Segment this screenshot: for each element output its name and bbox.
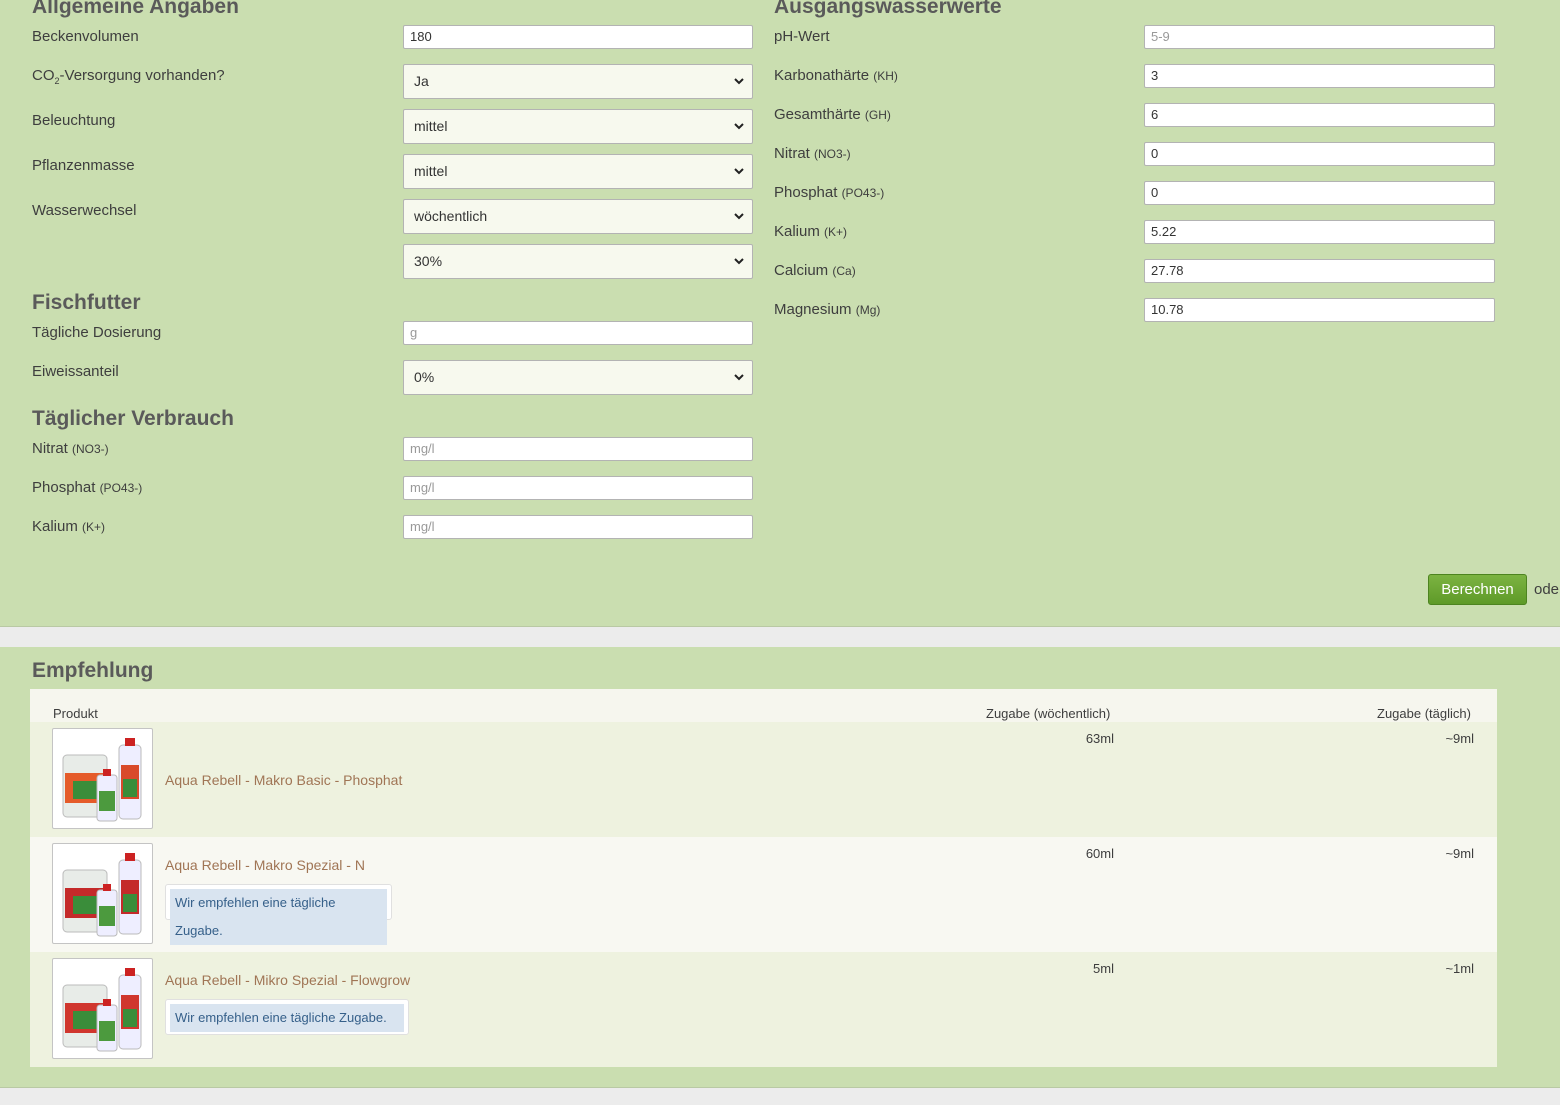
kalium-input[interactable]: 5.22 [1144,220,1495,244]
nitrat-input[interactable]: 0 [1144,142,1495,166]
pflanzenmasse-label: Pflanzenmasse [32,157,135,174]
magnesium-input[interactable]: 10.78 [1144,298,1495,322]
wasserwechsel-percent-select[interactable]: 30% [403,244,753,279]
eiweiss-label: Eiweissanteil [32,363,119,380]
daily-hint-text: Wir empfehlen eine tägliche Zugabe. [170,889,387,945]
beckenvolumen-input[interactable]: 180 [403,25,753,49]
ph-label: pH-Wert [774,28,830,45]
wasserwechsel-percent-value: 30% [414,253,443,269]
chevron-down-icon [734,213,744,220]
calcium-label: Calcium (Ca) [774,262,856,279]
product-link[interactable]: Aqua Rebell - Makro Spezial - N [165,857,365,873]
weekly-dose: 60ml [1085,846,1114,861]
daily-hint-box: Wir empfehlen eine tägliche Zugabe. [165,884,392,945]
daily-dose: ~9ml [1445,731,1474,746]
chevron-down-icon [734,78,744,85]
chevron-down-icon [734,374,744,381]
verbrauch-kalium-input[interactable]: mg/l [403,515,753,539]
product-image[interactable] [52,843,153,944]
product-image[interactable] [52,958,153,1059]
col-header-produkt: Produkt [53,706,98,721]
phosphat-input[interactable]: 0 [1144,181,1495,205]
dosierung-input[interactable]: g [403,321,753,345]
beckenvolumen-label: Beckenvolumen [32,28,139,45]
product-bottles-icon [62,738,142,822]
co2-select-value: Ja [414,73,429,89]
phosphat-label: Phosphat (PO43-) [774,184,885,201]
daily-dose: ~1ml [1445,961,1474,976]
nitrat-label: Nitrat (NO3-) [774,145,851,162]
kh-label: Karbonathärte (KH) [774,67,898,84]
kh-input[interactable]: 3 [1144,64,1495,88]
product-bottles-icon [62,968,142,1052]
weekly-dose: 5ml [1093,961,1114,976]
product-bottles-icon [62,853,142,937]
beleuchtung-select-value: mittel [414,118,448,134]
daily-dose: ~9ml [1445,846,1474,861]
col-header-daily: Zugabe (täglich) [1377,706,1471,721]
co2-label: CO2-Versorgung vorhanden? [32,67,225,86]
verbrauch-nitrat-label: Nitrat (NO3-) [32,440,109,457]
daily-hint-text: Wir empfehlen eine tägliche Zugabe. [170,1004,404,1032]
eiweiss-select[interactable]: 0% [403,360,753,395]
wasserwechsel-select[interactable]: wöchentlich [403,199,753,234]
magnesium-label: Magnesium (Mg) [774,301,881,318]
verbrauch-kalium-label: Kalium (K+) [32,518,106,535]
daily-hint-box: Wir empfehlen eine tägliche Zugabe. [165,999,409,1035]
fischfutter-section-title: Fischfutter [32,291,141,314]
beleuchtung-label: Beleuchtung [32,112,116,129]
verbrauch-phosphat-label: Phosphat (PO43-) [32,479,143,496]
calcium-input[interactable]: 27.78 [1144,259,1495,283]
empfehlung-section-title: Empfehlung [32,659,154,682]
chevron-down-icon [734,168,744,175]
wasserwechsel-select-value: wöchentlich [414,208,488,224]
ausgang-section-title: Ausgangswasserwerte [774,0,1002,18]
ph-input[interactable]: 5-9 [1144,25,1495,49]
wasserwechsel-label: Wasserwechsel [32,202,137,219]
verbrauch-phosphat-input[interactable]: mg/l [403,476,753,500]
berechnen-button[interactable]: Berechnen [1428,574,1527,605]
weekly-dose: 63ml [1085,731,1114,746]
gh-label: Gesamthärte (GH) [774,106,891,123]
col-header-weekly: Zugabe (wöchentlich) [986,706,1111,721]
verbrauch-nitrat-input[interactable]: mg/l [403,437,753,461]
product-link[interactable]: Aqua Rebell - Makro Basic - Phosphat [165,772,402,788]
chevron-down-icon [734,258,744,265]
beleuchtung-select[interactable]: mittel [403,109,753,144]
eiweiss-select-value: 0% [414,369,435,385]
dosierung-label: Tägliche Dosierung [32,324,162,341]
chevron-down-icon [734,123,744,130]
oder-text: oder [1534,581,1560,598]
product-link[interactable]: Aqua Rebell - Mikro Spezial - Flowgrow [165,972,410,988]
verbrauch-section-title: Täglicher Verbrauch [32,407,234,430]
pflanzenmasse-select[interactable]: mittel [403,154,753,189]
general-section-title: Allgemeine Angaben [32,0,239,18]
kalium-label: Kalium (K+) [774,223,848,240]
co2-select[interactable]: Ja [403,64,753,99]
product-image[interactable] [52,728,153,829]
pflanzenmasse-select-value: mittel [414,163,448,179]
gh-input[interactable]: 6 [1144,103,1495,127]
